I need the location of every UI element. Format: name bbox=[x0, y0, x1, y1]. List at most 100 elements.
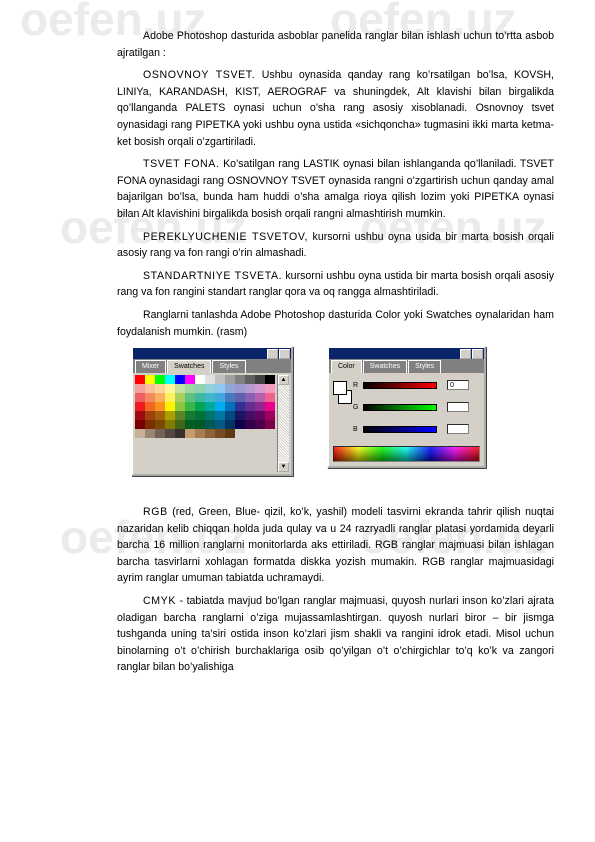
slider-b[interactable]: B bbox=[353, 426, 437, 434]
close-button[interactable] bbox=[472, 349, 483, 360]
color-swatch[interactable] bbox=[255, 375, 265, 385]
color-swatch[interactable] bbox=[165, 393, 175, 403]
close-button[interactable] bbox=[279, 349, 290, 360]
color-swatch[interactable] bbox=[215, 420, 225, 430]
color-swatch[interactable] bbox=[195, 402, 205, 412]
color-swatch[interactable] bbox=[185, 411, 195, 421]
color-swatch[interactable] bbox=[215, 429, 225, 439]
color-swatch[interactable] bbox=[225, 420, 235, 430]
color-swatch[interactable] bbox=[205, 384, 215, 394]
color-swatch[interactable] bbox=[175, 402, 185, 412]
color-swatch[interactable] bbox=[205, 375, 215, 385]
color-swatch[interactable] bbox=[135, 393, 145, 403]
slider-track[interactable] bbox=[363, 404, 437, 412]
color-swatch[interactable] bbox=[135, 402, 145, 412]
color-swatch[interactable] bbox=[185, 393, 195, 403]
color-swatch[interactable] bbox=[195, 384, 205, 394]
color-swatch[interactable] bbox=[205, 393, 215, 403]
color-swatch[interactable] bbox=[185, 402, 195, 412]
tab-swatches[interactable]: Swatches bbox=[362, 360, 408, 374]
color-swatch[interactable] bbox=[175, 393, 185, 403]
color-swatch[interactable] bbox=[165, 384, 175, 394]
color-swatch[interactable] bbox=[225, 429, 235, 439]
slider-r[interactable]: R bbox=[353, 382, 437, 390]
color-swatch[interactable] bbox=[245, 384, 255, 394]
color-swatch[interactable] bbox=[175, 429, 185, 439]
color-swatch[interactable] bbox=[265, 384, 275, 394]
color-swatch[interactable] bbox=[235, 384, 245, 394]
color-swatch[interactable] bbox=[165, 411, 175, 421]
foreground-background-swatch[interactable] bbox=[333, 381, 352, 405]
color-swatch[interactable] bbox=[255, 429, 265, 439]
color-swatch[interactable] bbox=[145, 393, 155, 403]
color-swatch[interactable] bbox=[235, 420, 245, 430]
color-spectrum-bar[interactable] bbox=[333, 446, 480, 463]
foreground-color-swatch[interactable] bbox=[333, 381, 347, 396]
color-swatch[interactable] bbox=[155, 411, 165, 421]
slider-track[interactable] bbox=[363, 382, 437, 390]
color-swatch[interactable] bbox=[255, 393, 265, 403]
color-swatch[interactable] bbox=[215, 375, 225, 385]
color-swatch[interactable] bbox=[145, 384, 155, 394]
color-swatch[interactable] bbox=[255, 402, 265, 412]
color-swatch[interactable] bbox=[215, 402, 225, 412]
color-swatch[interactable] bbox=[265, 429, 275, 439]
color-swatch[interactable] bbox=[175, 384, 185, 394]
color-swatch[interactable] bbox=[195, 375, 205, 385]
color-swatch[interactable] bbox=[235, 375, 245, 385]
color-swatch[interactable] bbox=[195, 429, 205, 439]
color-swatch[interactable] bbox=[135, 411, 145, 421]
color-swatch[interactable] bbox=[145, 375, 155, 385]
color-swatch[interactable] bbox=[255, 384, 265, 394]
color-swatch[interactable] bbox=[205, 420, 215, 430]
minimize-button[interactable] bbox=[267, 349, 278, 360]
color-swatch[interactable] bbox=[135, 384, 145, 394]
slider-g[interactable]: G bbox=[353, 404, 437, 412]
slider-track[interactable] bbox=[363, 426, 437, 434]
color-swatch[interactable] bbox=[155, 429, 165, 439]
color-swatch[interactable] bbox=[155, 402, 165, 412]
tab-swatches[interactable]: Swatches bbox=[167, 360, 212, 374]
color-swatch[interactable] bbox=[265, 402, 275, 412]
color-swatch[interactable] bbox=[235, 402, 245, 412]
color-swatch[interactable] bbox=[165, 429, 175, 439]
scroll-down-icon[interactable]: ▼ bbox=[278, 462, 289, 473]
color-swatch[interactable] bbox=[265, 375, 275, 385]
color-swatch[interactable] bbox=[185, 384, 195, 394]
color-swatch[interactable] bbox=[165, 375, 175, 385]
color-swatch[interactable] bbox=[155, 375, 165, 385]
color-swatch[interactable] bbox=[195, 393, 205, 403]
minimize-button[interactable] bbox=[460, 349, 471, 360]
color-swatch[interactable] bbox=[245, 429, 255, 439]
color-swatch[interactable] bbox=[235, 393, 245, 403]
color-swatch[interactable] bbox=[175, 411, 185, 421]
color-swatch[interactable] bbox=[225, 411, 235, 421]
color-swatch[interactable] bbox=[135, 429, 145, 439]
tab-styles[interactable]: Styles bbox=[212, 360, 246, 374]
color-swatch[interactable] bbox=[215, 384, 225, 394]
color-swatch[interactable] bbox=[245, 393, 255, 403]
color-swatch[interactable] bbox=[265, 393, 275, 403]
color-swatch[interactable] bbox=[265, 420, 275, 430]
color-swatch[interactable] bbox=[195, 411, 205, 421]
color-swatch[interactable] bbox=[155, 420, 165, 430]
color-swatch[interactable] bbox=[225, 393, 235, 403]
color-swatch[interactable] bbox=[205, 429, 215, 439]
color-swatch[interactable] bbox=[265, 411, 275, 421]
color-swatch[interactable] bbox=[205, 402, 215, 412]
slider-value-input[interactable]: 0 bbox=[447, 380, 469, 391]
color-swatch[interactable] bbox=[255, 420, 265, 430]
color-swatch[interactable] bbox=[225, 375, 235, 385]
color-swatch[interactable] bbox=[145, 402, 155, 412]
color-swatch[interactable] bbox=[235, 429, 245, 439]
color-swatch[interactable] bbox=[225, 402, 235, 412]
color-swatch[interactable] bbox=[145, 420, 155, 430]
color-swatch[interactable] bbox=[255, 411, 265, 421]
color-swatch[interactable] bbox=[235, 411, 245, 421]
color-swatch[interactable] bbox=[145, 429, 155, 439]
slider-value-input[interactable] bbox=[447, 424, 469, 435]
color-swatch[interactable] bbox=[225, 384, 235, 394]
tab-styles[interactable]: Styles bbox=[408, 360, 442, 374]
tab-color[interactable]: Color bbox=[331, 360, 362, 374]
color-swatch[interactable] bbox=[185, 375, 195, 385]
